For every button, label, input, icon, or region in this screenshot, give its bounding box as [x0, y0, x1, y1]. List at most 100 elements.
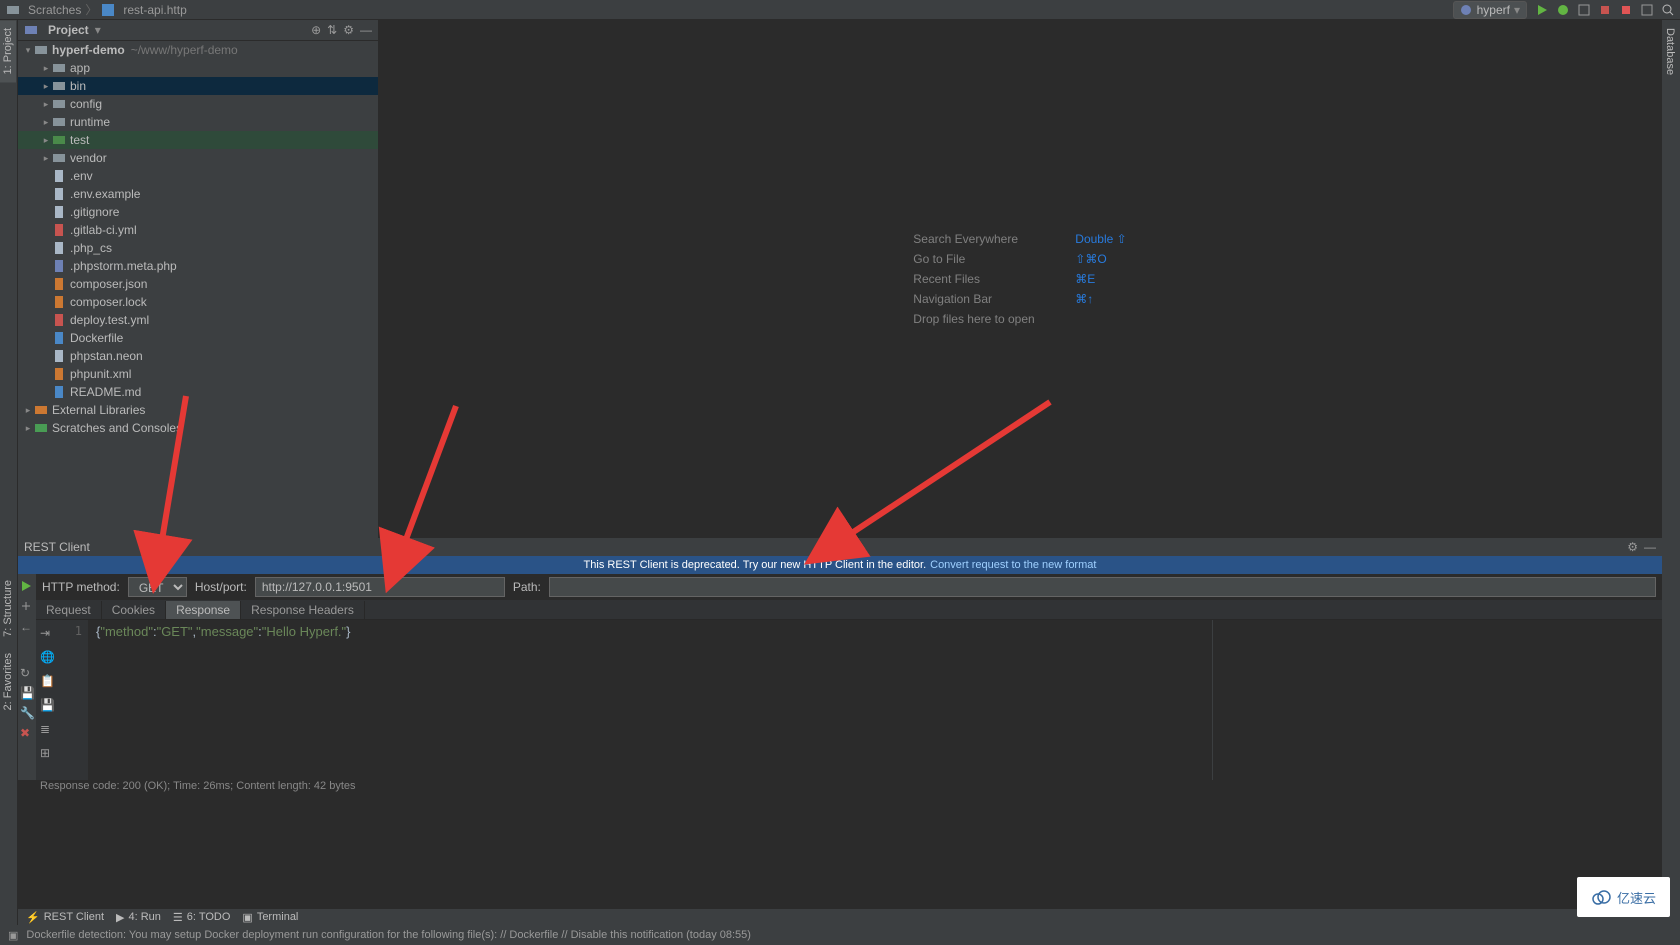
tree-file[interactable]: .php_cs — [18, 239, 378, 257]
folder-icon — [52, 151, 66, 165]
tree-root[interactable]: hyperf-demo~/www/hyperf-demo — [18, 41, 378, 59]
tree-ext-libs[interactable]: External Libraries — [18, 401, 378, 419]
tree-scratches[interactable]: Scratches and Consoles — [18, 419, 378, 437]
history-icon[interactable]: ↻ — [20, 666, 34, 680]
tree-file[interactable]: composer.lock — [18, 293, 378, 311]
project-icon — [24, 23, 38, 37]
back-icon[interactable]: ← — [20, 620, 34, 634]
rest-status-line: Response code: 200 (OK); Time: 26ms; Con… — [18, 780, 1662, 794]
titlebar: Scratches 〉 rest-api.http hyperf ▾ — [0, 0, 1680, 20]
tree-file[interactable]: .gitlab-ci.yml — [18, 221, 378, 239]
http-method-select[interactable]: GET — [128, 577, 187, 597]
close-icon[interactable]: ✖ — [20, 726, 34, 740]
tree-file[interactable]: phpunit.xml — [18, 365, 378, 383]
response-side — [1212, 620, 1662, 788]
stop-icon[interactable] — [1619, 3, 1632, 16]
tree-file[interactable]: Dockerfile — [18, 329, 378, 347]
php-file-icon — [52, 259, 66, 273]
coverage-icon[interactable] — [1577, 3, 1590, 16]
tab-cookies[interactable]: Cookies — [102, 601, 166, 619]
tree-file[interactable]: deploy.test.yml — [18, 311, 378, 329]
tree-file[interactable]: .env.example — [18, 185, 378, 203]
tree-file[interactable]: README.md — [18, 383, 378, 401]
tree-folder-config[interactable]: config — [18, 95, 378, 113]
tree-file[interactable]: .env — [18, 167, 378, 185]
diff-icon[interactable]: ≣ — [40, 722, 54, 736]
hide-icon[interactable]: — — [360, 23, 372, 37]
export-icon[interactable] — [20, 600, 34, 614]
gear-icon[interactable]: ⚙ — [1627, 540, 1638, 554]
response-area: ⇥ 🌐 📋 💾 ≣ ⊞ 1 {"method":"GET","message":… — [36, 620, 1662, 788]
format-icon[interactable]: ⊞ — [40, 746, 54, 760]
tab-response[interactable]: Response — [166, 601, 241, 619]
php-icon — [1460, 3, 1473, 16]
folder-icon — [52, 79, 66, 93]
status-icon[interactable]: ▣ — [8, 929, 18, 942]
run-request-icon[interactable] — [20, 580, 34, 594]
bottom-tab-rest[interactable]: ⚡REST Client — [26, 911, 104, 924]
tree-folder-bin[interactable]: bin — [18, 77, 378, 95]
host-input[interactable] — [255, 577, 505, 597]
welcome-hints: Search EverywhereDouble ⇧ Go to File⇧⌘O … — [913, 226, 1126, 332]
wrench-icon[interactable]: 🔧 — [20, 706, 34, 720]
attach-icon[interactable] — [1598, 3, 1611, 16]
project-title[interactable]: Project — [48, 23, 89, 37]
tree-folder-runtime[interactable]: runtime — [18, 113, 378, 131]
open-browser-icon[interactable]: 🌐 — [40, 650, 54, 664]
structure-tool-tab[interactable]: 7: Structure — [0, 572, 16, 645]
locate-icon[interactable]: ⊕ — [311, 23, 321, 37]
database-tool-tab[interactable]: Database — [1662, 20, 1678, 83]
json-icon — [52, 277, 66, 291]
run-config-selector[interactable]: hyperf ▾ — [1453, 1, 1527, 19]
lib-icon — [34, 403, 48, 417]
xml-icon — [52, 367, 66, 381]
hint-label: Drop files here to open — [913, 312, 1063, 326]
tree-folder-test[interactable]: test — [18, 131, 378, 149]
layout-icon[interactable] — [1640, 3, 1653, 16]
bottom-tab-run[interactable]: ▶4: Run — [116, 911, 161, 924]
tree-file[interactable]: composer.json — [18, 275, 378, 293]
hide-icon[interactable]: — — [1644, 540, 1656, 554]
project-tool-tab[interactable]: 1: Project — [0, 20, 16, 82]
rest-icon: ⚡ — [26, 911, 40, 924]
file-icon — [52, 349, 66, 363]
deprecation-banner: This REST Client is deprecated. Try our … — [18, 556, 1662, 574]
breadcrumb-file[interactable]: rest-api.http — [101, 3, 186, 17]
tree-folder-app[interactable]: app — [18, 59, 378, 77]
docker-icon — [52, 331, 66, 345]
file-icon — [52, 241, 66, 255]
resp-method: "GET" — [157, 624, 193, 639]
file-icon — [52, 205, 66, 219]
bottom-tab-terminal[interactable]: ▣Terminal — [242, 911, 298, 924]
folder-icon — [34, 43, 48, 57]
tree-folder-vendor[interactable]: vendor — [18, 149, 378, 167]
copy-icon[interactable]: 📋 — [40, 674, 54, 688]
favorites-tool-tab[interactable]: 2: Favorites — [0, 645, 16, 718]
path-input[interactable] — [549, 577, 1656, 597]
breadcrumb-scratches[interactable]: Scratches — [6, 3, 81, 17]
convert-link[interactable]: Convert request to the new format — [930, 559, 1096, 571]
tree-file[interactable]: phpstan.neon — [18, 347, 378, 365]
rest-panel-header: REST Client ⚙ — — [18, 538, 1662, 556]
run-icon[interactable] — [1535, 3, 1548, 16]
debug-icon[interactable] — [1556, 3, 1569, 16]
todo-icon: ☰ — [173, 911, 183, 924]
save-resp-icon[interactable]: 💾 — [40, 698, 54, 712]
folder-icon — [52, 115, 66, 129]
response-body[interactable]: {"method":"GET","message":"Hello Hyperf.… — [88, 620, 1212, 788]
status-text: Dockerfile detection: You may setup Dock… — [26, 929, 751, 941]
search-icon[interactable] — [1661, 3, 1674, 16]
bottom-tab-todo[interactable]: ☰6: TODO — [173, 911, 230, 924]
tab-response-headers[interactable]: Response Headers — [241, 601, 365, 619]
tab-request[interactable]: Request — [36, 601, 102, 619]
expand-icon[interactable]: ⇅ — [327, 23, 337, 37]
project-tree[interactable]: hyperf-demo~/www/hyperf-demo app bin con… — [18, 41, 378, 538]
gear-icon[interactable]: ⚙ — [343, 23, 354, 37]
tree-file[interactable]: .gitignore — [18, 203, 378, 221]
save-icon[interactable]: 💾 — [20, 686, 34, 700]
hint-label: Recent Files — [913, 272, 1063, 286]
tree-file[interactable]: .phpstorm.meta.php — [18, 257, 378, 275]
http-file-icon — [101, 3, 115, 17]
hint-key: ⌘↑ — [1075, 292, 1093, 306]
wrap-icon[interactable]: ⇥ — [40, 626, 54, 640]
